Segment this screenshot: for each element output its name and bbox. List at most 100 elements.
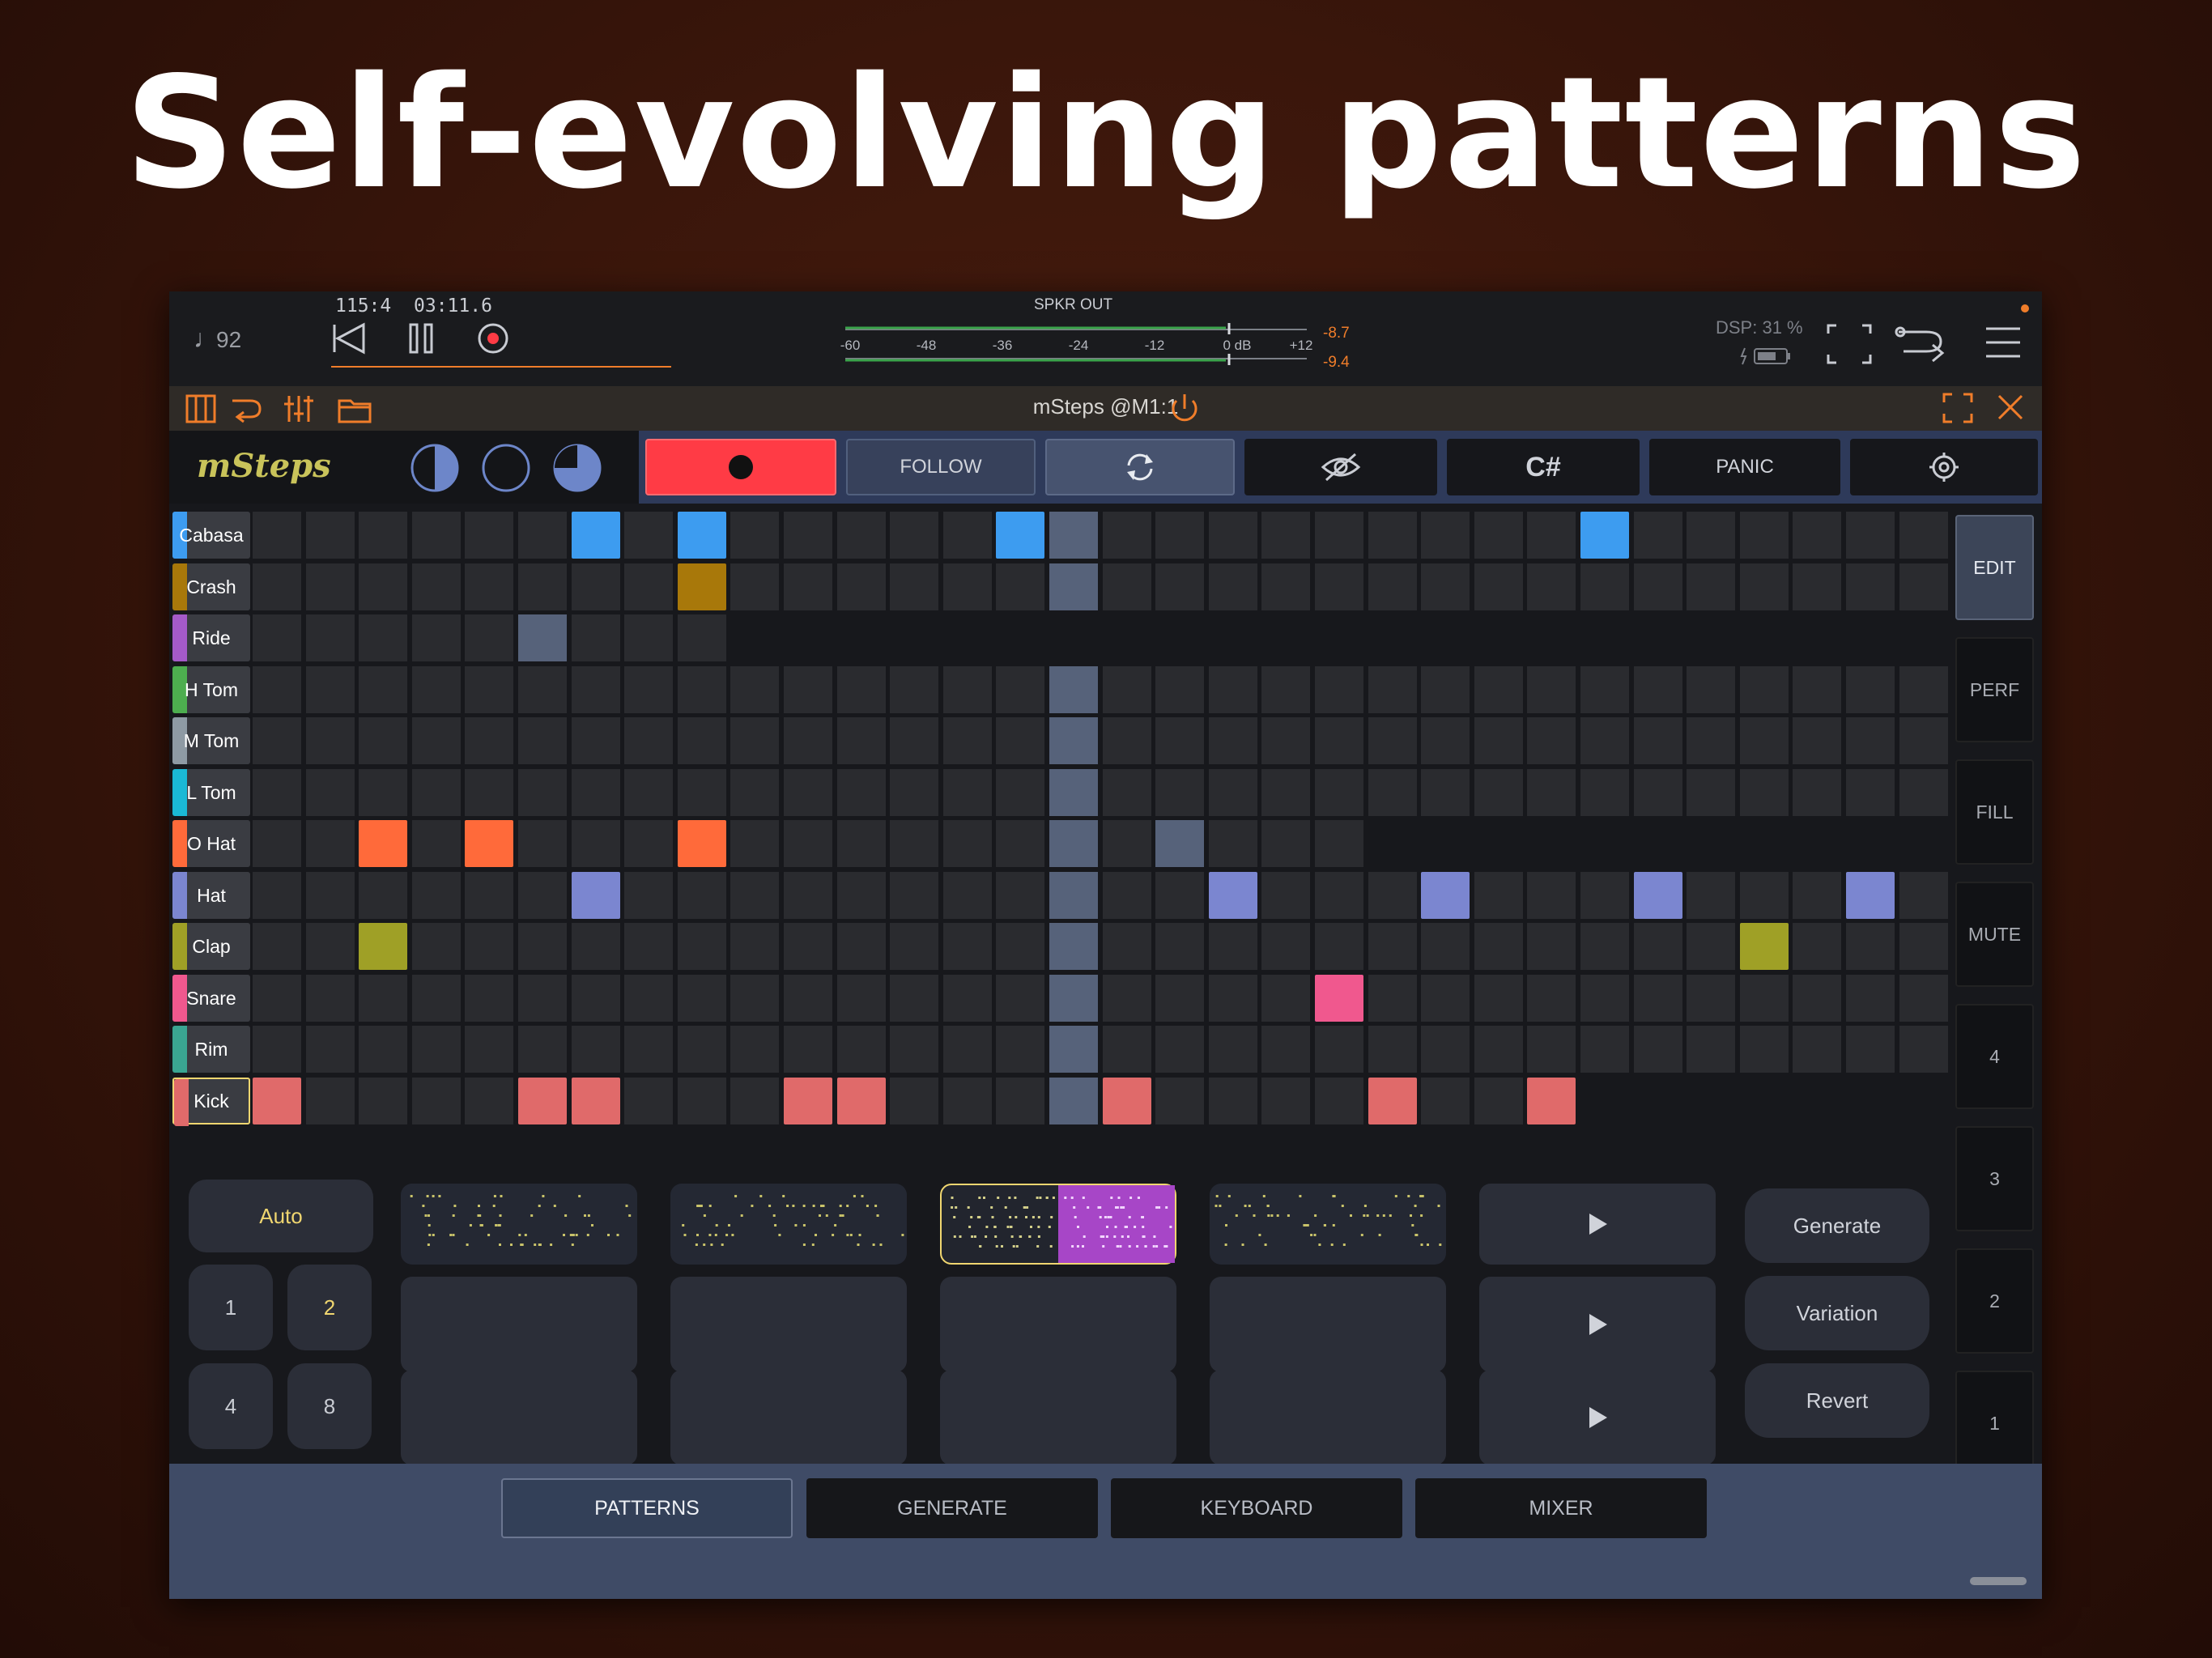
step-cell[interactable] bbox=[1740, 512, 1789, 559]
playhead-cell[interactable] bbox=[1049, 1078, 1098, 1124]
step-cell[interactable] bbox=[784, 820, 832, 867]
play-row-button[interactable] bbox=[1479, 1277, 1716, 1372]
step-cell[interactable] bbox=[1527, 563, 1576, 610]
step-cell[interactable] bbox=[465, 1026, 513, 1073]
step-cell[interactable] bbox=[253, 563, 301, 610]
step-cell[interactable] bbox=[1580, 975, 1629, 1022]
pattern-slot[interactable] bbox=[401, 1184, 637, 1265]
tab-mixer[interactable]: MIXER bbox=[1415, 1478, 1707, 1538]
track-label[interactable]: L Tom bbox=[172, 769, 250, 816]
track-label[interactable]: Kick bbox=[172, 1078, 250, 1126]
step-cell[interactable] bbox=[1209, 769, 1257, 816]
step-cell[interactable] bbox=[359, 614, 407, 661]
step-cell[interactable] bbox=[1155, 1026, 1204, 1073]
step-cell[interactable] bbox=[890, 717, 938, 764]
step-cell[interactable] bbox=[1261, 923, 1310, 970]
step-cell[interactable] bbox=[1846, 512, 1895, 559]
step-cell-active[interactable] bbox=[1209, 872, 1257, 919]
step-cell[interactable] bbox=[1740, 717, 1789, 764]
step-cell[interactable] bbox=[678, 614, 726, 661]
step-cell[interactable] bbox=[890, 820, 938, 867]
step-cell[interactable] bbox=[1793, 717, 1841, 764]
step-cell[interactable] bbox=[1261, 563, 1310, 610]
step-cell[interactable] bbox=[1421, 1026, 1470, 1073]
step-cell[interactable] bbox=[572, 923, 620, 970]
step-cell[interactable] bbox=[784, 717, 832, 764]
step-cell[interactable] bbox=[1580, 563, 1629, 610]
step-cell[interactable] bbox=[465, 512, 513, 559]
step-cell[interactable] bbox=[1527, 1026, 1576, 1073]
playhead-cell[interactable] bbox=[1049, 512, 1098, 559]
step-cell[interactable] bbox=[1899, 975, 1948, 1022]
step-cell[interactable] bbox=[624, 769, 673, 816]
step-cell[interactable] bbox=[730, 512, 779, 559]
step-cell[interactable] bbox=[624, 1078, 673, 1124]
step-cell[interactable] bbox=[1368, 666, 1417, 713]
track-label[interactable]: Clap bbox=[172, 923, 250, 970]
step-cell[interactable] bbox=[1634, 563, 1682, 610]
step-cell[interactable] bbox=[784, 769, 832, 816]
step-cell[interactable] bbox=[730, 820, 779, 867]
tab-keyboard[interactable]: KEYBOARD bbox=[1111, 1478, 1402, 1538]
step-cell[interactable] bbox=[1209, 923, 1257, 970]
step-cell[interactable] bbox=[359, 872, 407, 919]
pattern-slot[interactable] bbox=[1210, 1370, 1446, 1465]
step-cell[interactable] bbox=[306, 563, 355, 610]
step-cell-active[interactable] bbox=[678, 563, 726, 610]
playhead-cell[interactable] bbox=[1049, 666, 1098, 713]
step-cell[interactable] bbox=[1899, 769, 1948, 816]
step-cell[interactable] bbox=[996, 872, 1044, 919]
step-cell[interactable] bbox=[1261, 666, 1310, 713]
step-cell-active[interactable] bbox=[1421, 872, 1470, 919]
step-cell[interactable] bbox=[1315, 1078, 1363, 1124]
step-cell[interactable] bbox=[1315, 666, 1363, 713]
track-label[interactable]: O Hat bbox=[172, 820, 250, 867]
step-cell-active[interactable] bbox=[518, 1078, 567, 1124]
step-cell[interactable] bbox=[784, 872, 832, 919]
length-8-button[interactable]: 8 bbox=[287, 1363, 372, 1449]
follow-button[interactable]: FOLLOW bbox=[846, 439, 1036, 495]
step-cell[interactable] bbox=[1103, 872, 1151, 919]
step-cell[interactable] bbox=[1527, 975, 1576, 1022]
step-cell[interactable] bbox=[624, 975, 673, 1022]
step-cell[interactable] bbox=[730, 717, 779, 764]
step-cell[interactable] bbox=[1315, 872, 1363, 919]
fullscreen-icon[interactable] bbox=[1825, 322, 1874, 366]
step-cell[interactable] bbox=[996, 1078, 1044, 1124]
step-cell[interactable] bbox=[678, 923, 726, 970]
step-cell[interactable] bbox=[1527, 666, 1576, 713]
mode-button-edit[interactable]: EDIT bbox=[1955, 515, 2034, 620]
step-cell[interactable] bbox=[890, 666, 938, 713]
step-cell[interactable] bbox=[412, 872, 461, 919]
step-cell[interactable] bbox=[1634, 1026, 1682, 1073]
pattern-slot[interactable] bbox=[940, 1184, 1176, 1265]
key-button[interactable]: C# bbox=[1447, 439, 1640, 495]
step-cell[interactable] bbox=[1793, 666, 1841, 713]
step-cell[interactable] bbox=[837, 923, 886, 970]
step-cell[interactable] bbox=[1368, 872, 1417, 919]
step-cell[interactable] bbox=[1846, 666, 1895, 713]
step-cell[interactable] bbox=[359, 512, 407, 559]
step-cell[interactable] bbox=[253, 717, 301, 764]
step-cell[interactable] bbox=[1368, 512, 1417, 559]
step-cell[interactable] bbox=[1103, 717, 1151, 764]
step-cell-active[interactable] bbox=[1315, 975, 1363, 1022]
power-icon[interactable] bbox=[1167, 391, 1202, 427]
step-cell[interactable] bbox=[996, 1026, 1044, 1073]
step-cell[interactable] bbox=[890, 975, 938, 1022]
step-cell[interactable] bbox=[1155, 769, 1204, 816]
step-cell[interactable] bbox=[1261, 717, 1310, 764]
step-cell[interactable] bbox=[890, 512, 938, 559]
step-cell[interactable] bbox=[1315, 717, 1363, 764]
step-cell[interactable] bbox=[730, 1026, 779, 1073]
step-cell[interactable] bbox=[1474, 717, 1523, 764]
mode-button-3[interactable]: 3 bbox=[1955, 1126, 2034, 1231]
step-cell[interactable] bbox=[1527, 923, 1576, 970]
step-cell[interactable] bbox=[1368, 1026, 1417, 1073]
step-cell[interactable] bbox=[1103, 1026, 1151, 1073]
step-cell[interactable] bbox=[837, 975, 886, 1022]
playhead-cell[interactable] bbox=[1049, 923, 1098, 970]
step-cell[interactable] bbox=[837, 769, 886, 816]
step-cell[interactable] bbox=[465, 975, 513, 1022]
step-cell[interactable] bbox=[624, 717, 673, 764]
